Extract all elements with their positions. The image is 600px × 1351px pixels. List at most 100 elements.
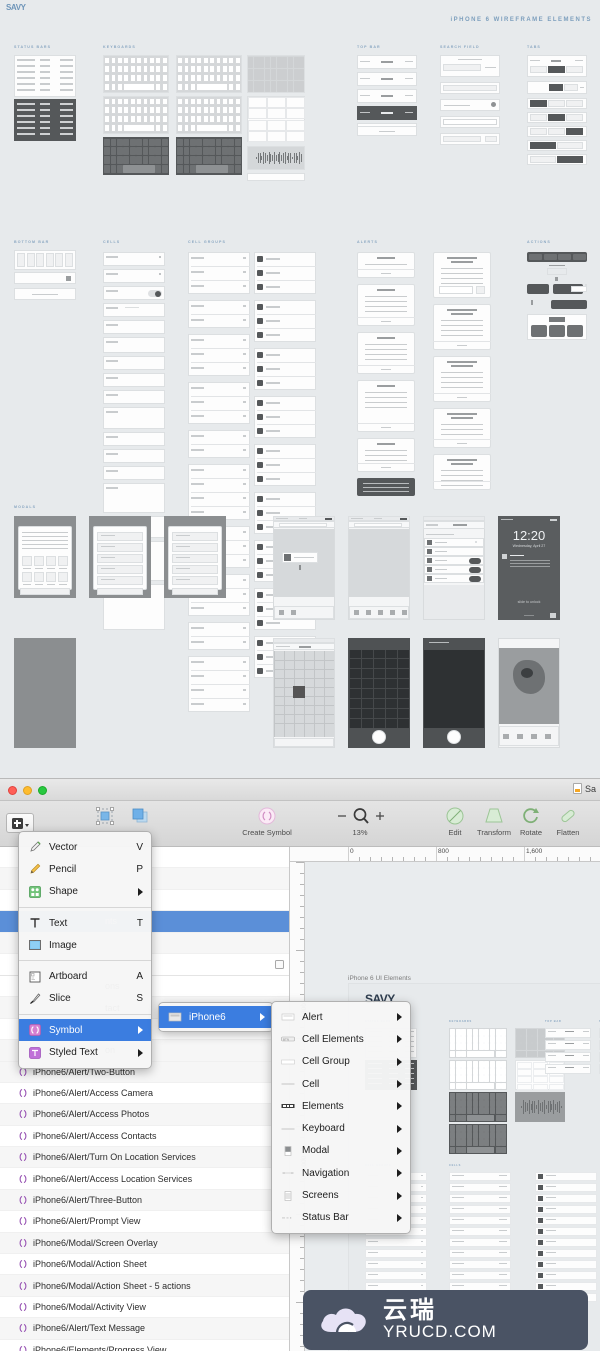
menu-item-alert[interactable]: Alert xyxy=(272,1006,410,1028)
canvas-shape xyxy=(524,1101,526,1113)
menu-item-modal[interactable]: Modal xyxy=(272,1140,410,1162)
layer-row[interactable]: iPhone6/Modal/Activity View xyxy=(0,1297,289,1319)
menu-item-screens[interactable]: Screens xyxy=(272,1184,410,1206)
menu-item-status-bar[interactable]: Status Bar xyxy=(272,1207,410,1229)
rotate-button[interactable]: Rotate xyxy=(513,805,549,837)
ruler-tick-v xyxy=(300,895,304,896)
canvas-shape xyxy=(467,1146,495,1154)
layer-label: iPhone6/Elements/Progress View xyxy=(33,1344,167,1351)
wireframe-shape xyxy=(266,512,280,514)
canvas-shape xyxy=(461,1139,467,1146)
wireframe-shape xyxy=(502,554,507,559)
canvas-shape xyxy=(461,1043,467,1050)
wireframe-shape xyxy=(257,472,316,473)
menu-item-navigation[interactable]: Navigation xyxy=(272,1162,410,1184)
menu-item-cell-elements[interactable]: BTN Cell Elements xyxy=(272,1028,410,1050)
close-window-button[interactable] xyxy=(8,786,17,795)
layer-row[interactable]: iPhone6/Modal/Action Sheet - 5 actions xyxy=(0,1275,289,1297)
wireframe-shape xyxy=(190,82,196,91)
menu-item-shape[interactable]: Shape xyxy=(19,881,151,903)
menu-item-slice[interactable]: Slice S xyxy=(19,988,151,1010)
horizontal-ruler[interactable]: 08001,6002,40 xyxy=(290,847,600,862)
layer-row[interactable]: iPhone6/Alert/Access Contacts xyxy=(0,1126,289,1148)
wireframe-shape xyxy=(443,119,497,125)
wireframe-shape xyxy=(202,74,209,82)
artboard-name-label[interactable]: iPhone 6 UI Elements xyxy=(348,975,411,982)
canvas-shape xyxy=(455,1114,461,1122)
iphone6-submenu[interactable]: Alert BTN Cell Elements Cell Group Cell Eleme… xyxy=(271,1001,411,1234)
artboard-icon xyxy=(28,970,42,984)
menu-item-text[interactable]: Text T xyxy=(19,912,151,934)
wireframe-shape xyxy=(530,142,556,149)
wireframe-shape xyxy=(183,74,190,82)
canvas-shape xyxy=(555,1103,557,1111)
canvas-shape xyxy=(478,1100,484,1107)
layer-row[interactable]: iPhone6/Modal/Action Sheet xyxy=(0,1254,289,1276)
canvas-shape xyxy=(534,1100,536,1114)
wireframe-shape xyxy=(381,321,391,323)
canvas-shape xyxy=(449,1216,511,1225)
menu-item-elements[interactable]: Elements xyxy=(272,1095,410,1117)
wireframe-shape xyxy=(191,353,204,355)
layer-row[interactable]: iPhone6/Elements/Progress View xyxy=(0,1340,289,1351)
collapse-icon[interactable] xyxy=(275,959,284,969)
canvas-shape xyxy=(535,1249,597,1258)
menu-item-iphone6[interactable]: iPhone6 xyxy=(159,1006,273,1029)
wireframe-shape xyxy=(191,339,204,341)
wireframe-shape xyxy=(60,77,73,79)
wireframe-shape xyxy=(155,56,162,65)
menu-item-symbol[interactable]: Symbol xyxy=(19,1019,151,1042)
wireframe-shape xyxy=(209,156,215,164)
layer-row[interactable]: iPhone6/Alert/Access Camera xyxy=(0,1083,289,1105)
watermark: 云瑞 YRUCD.COM xyxy=(303,1290,588,1350)
toolbar-mask-button[interactable] xyxy=(117,805,163,827)
insert-button[interactable] xyxy=(6,813,34,833)
minimize-window-button[interactable] xyxy=(23,786,32,795)
layer-row[interactable]: iPhone6/Alert/Access Location Services xyxy=(0,1168,289,1190)
layer-row[interactable]: iPhone6/Alert/Prompt View xyxy=(0,1211,289,1233)
wireframe-shape xyxy=(222,97,228,106)
wireframe-shape xyxy=(103,337,165,353)
wireframe-shape xyxy=(142,106,149,115)
wireframe-shape xyxy=(222,156,228,164)
create-symbol-button[interactable]: Create Symbol xyxy=(222,805,312,837)
menu-item-pencil[interactable]: Pencil P xyxy=(19,858,151,880)
wireframe-shape xyxy=(550,518,557,521)
edit-button[interactable]: Edit xyxy=(437,805,473,837)
wireframe-shape xyxy=(266,622,280,624)
menu-item-keyboard[interactable]: Keyboard xyxy=(272,1117,410,1139)
maximize-window-button[interactable] xyxy=(38,786,47,795)
ruler-tick-v xyxy=(300,972,304,973)
wireframe-shape xyxy=(257,376,316,377)
wireframe-shape xyxy=(441,372,483,374)
symbol-submenu[interactable]: iPhone6 xyxy=(158,1002,274,1033)
wireframe-shape xyxy=(215,97,222,106)
layer-row[interactable]: iPhone6/Alert/Text Message xyxy=(0,1318,289,1340)
wireframe-shape xyxy=(566,100,583,107)
menu-item-cell[interactable]: Cell xyxy=(272,1073,410,1095)
wireframe-shape xyxy=(23,568,31,569)
transform-label: Transform xyxy=(477,828,511,837)
wireframe-shape xyxy=(424,650,484,728)
wireframe-shape xyxy=(228,123,235,132)
layer-row[interactable]: iPhone6/Alert/Three-Button xyxy=(0,1189,289,1212)
wireframe-shape xyxy=(447,361,477,363)
wireframe-shape xyxy=(172,532,218,541)
zoom-control[interactable]: 13% xyxy=(330,805,390,837)
layer-row[interactable]: iPhone6/Modal/Screen Overlay xyxy=(0,1232,289,1255)
canvas-shape xyxy=(489,1107,495,1114)
ruler-tick xyxy=(359,857,360,861)
canvas-shape xyxy=(545,1105,547,1109)
menu-item-styled-text[interactable]: Styled Text xyxy=(19,1041,151,1063)
transform-button[interactable]: Transform xyxy=(471,805,517,837)
layer-row[interactable]: iPhone6/Alert/Access Photos xyxy=(0,1104,289,1126)
menu-item-vector[interactable]: Vector V xyxy=(19,836,151,858)
insert-menu[interactable]: Vector V Pencil P Shape Text T Image Artboard A Sl… xyxy=(18,831,152,1069)
menu-item-artboard[interactable]: Artboard A xyxy=(19,965,151,987)
layer-row[interactable]: iPhone6/Alert/Turn On Location Services xyxy=(0,1147,289,1169)
menu-item-cell-group[interactable]: Cell Group xyxy=(272,1051,410,1073)
flatten-button[interactable]: Flatten xyxy=(548,805,588,837)
menu-item-image[interactable]: Image xyxy=(19,934,151,956)
menu-item-label: Cell Group xyxy=(302,1056,350,1068)
ruler-tick xyxy=(414,857,415,861)
